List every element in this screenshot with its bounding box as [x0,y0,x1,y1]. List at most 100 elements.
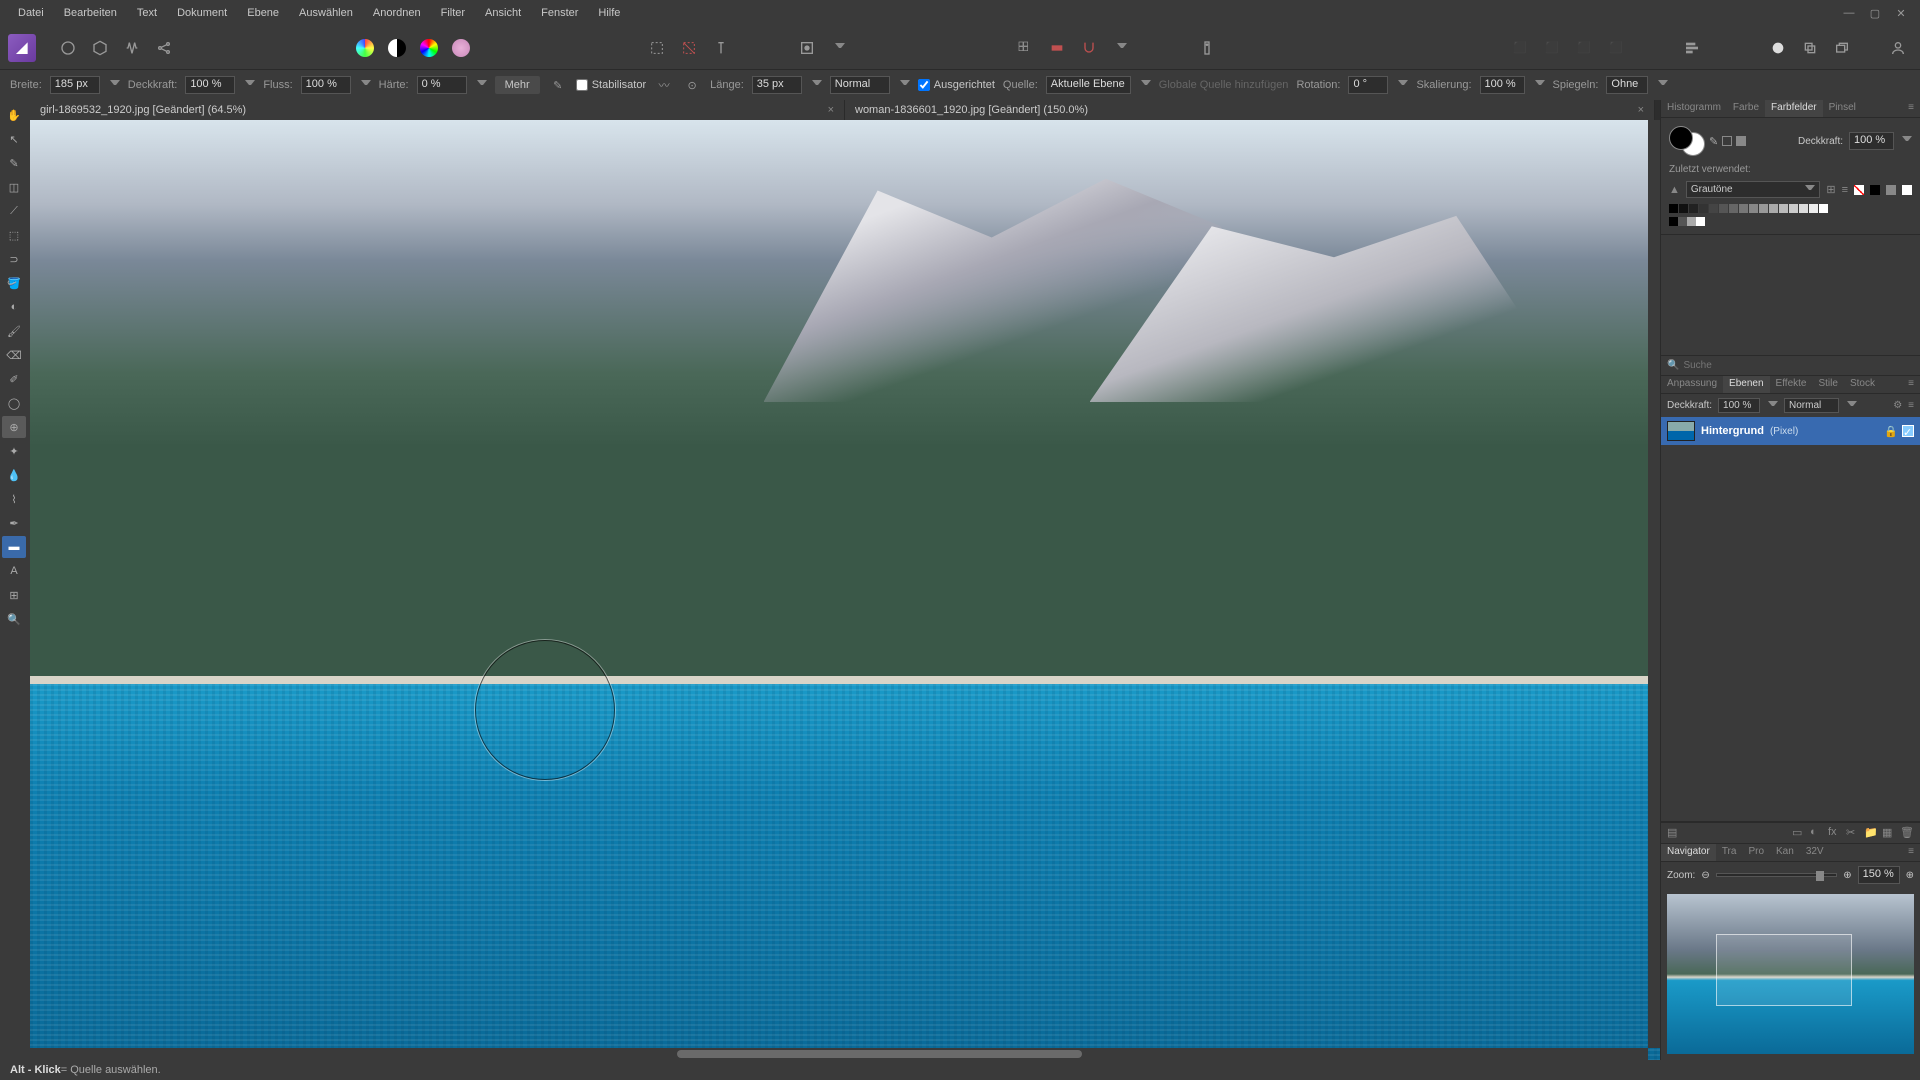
tint-icon[interactable] [447,34,475,62]
maximize-icon[interactable]: ▢ [1868,6,1882,20]
zoom-plus-icon[interactable]: ⊕ [1906,870,1914,881]
horizontal-scrollbar[interactable] [30,1048,1648,1060]
canvas[interactable] [30,120,1660,1060]
tab-anpassung[interactable]: Anpassung [1661,376,1723,393]
vertical-scrollbar[interactable] [1648,120,1660,1048]
adjust-icon[interactable]: ◐ [1810,826,1824,840]
swatch-list-icon[interactable]: ≡ [1842,184,1848,196]
bw-icon[interactable] [383,34,411,62]
pencil-tool-icon[interactable]: ✐ [2,368,26,390]
mesh-tool-icon[interactable]: ⌇ [2,488,26,510]
tab-effekte[interactable]: Effekte [1770,376,1813,393]
layer-item[interactable]: Hintergrund (Pixel) 🔒 ✓ [1661,417,1920,445]
tab-stock[interactable]: Stock [1844,376,1881,393]
opacity-dd-icon[interactable] [245,80,255,90]
width-dd-icon[interactable] [110,80,120,90]
zoom-tool-icon[interactable]: 🔍 [2,608,26,630]
gradient-tool-icon[interactable]: ◐ [2,296,26,318]
quickmask-dd-icon[interactable] [825,34,853,62]
rotation-dd-icon[interactable] [1398,80,1408,90]
flood-tool-icon[interactable]: 🪣 [2,272,26,294]
hue-icon[interactable] [415,34,443,62]
align-right-icon[interactable]: ⬛ [1570,34,1598,62]
align-last-icon[interactable]: ⬛ [1602,34,1630,62]
hardness-dd-icon[interactable] [477,80,487,90]
text-tool-icon[interactable]: A [2,560,26,582]
layer-opacity-dd-icon[interactable] [1768,401,1778,411]
menu-bearbeiten[interactable]: Bearbeiten [54,3,127,23]
paintbrush-tool-icon[interactable]: 🖌 [2,320,26,342]
width-input[interactable]: 185 px [50,76,100,94]
global-source-button[interactable]: Globale Quelle hinzufügen [1159,79,1289,91]
midgray-swatch-icon[interactable] [1736,136,1746,146]
navigator-viewport[interactable] [1716,934,1852,1006]
layer-lock-icon[interactable]: 🔒 [1884,425,1898,438]
tab-navigator[interactable]: Navigator [1661,844,1716,861]
selection-brush-tool-icon[interactable]: ⟋ [2,200,26,222]
tab-1-close-icon[interactable]: × [828,104,834,116]
menu-dokument[interactable]: Dokument [167,3,237,23]
menu-hilfe[interactable]: Hilfe [588,3,630,23]
waveform-icon[interactable] [118,34,146,62]
gray-sw-icon[interactable] [1886,185,1896,195]
rotation-input[interactable]: 0 ° [1348,76,1388,94]
stabilizer-checkbox[interactable]: Stabilisator [576,79,646,91]
share-icon[interactable] [150,34,178,62]
hardness-input[interactable]: 0 % [417,76,467,94]
tab-farbfelder[interactable]: Farbfelder [1765,100,1823,117]
minimize-icon[interactable]: — [1842,6,1856,20]
pen-tool-icon[interactable]: ✒ [2,512,26,534]
menu-anordnen[interactable]: Anordnen [363,3,431,23]
add-layer-icon[interactable] [1764,34,1792,62]
tab-kanaele[interactable]: Kan [1770,844,1800,861]
hand-tool-icon[interactable]: ✋ [2,104,26,126]
navigator-thumbnail[interactable] [1667,894,1914,1054]
opacity-input[interactable]: 100 % [185,76,235,94]
nav-menu-icon[interactable]: ≡ [1902,844,1920,861]
no-fill-icon[interactable] [1854,185,1864,195]
inpaint-tool-icon[interactable]: ✦ [2,440,26,462]
layer-menu-icon[interactable]: ≡ [1908,400,1914,411]
flow-dd-icon[interactable] [361,80,371,90]
magnet-dd-icon[interactable] [1107,34,1135,62]
menu-filter[interactable]: Filter [431,3,475,23]
black-sw-icon[interactable] [1870,185,1880,195]
align-center-icon[interactable]: ⬛ [1538,34,1566,62]
none-swatch-icon[interactable] [1722,136,1732,146]
delete-icon[interactable]: 🗑 [1900,826,1914,840]
fx-icon[interactable]: fx [1828,826,1842,840]
eyedropper-icon[interactable]: ✎ [1709,135,1718,148]
colorpicker-tool-icon[interactable]: ✎ [2,152,26,174]
window-mode-icon[interactable]: ⊙ [682,75,702,95]
rope-mode-icon[interactable]: 〰 [654,75,674,95]
tab-ebenen[interactable]: Ebenen [1723,376,1769,393]
layer-opacity-input[interactable]: 100 % [1718,398,1760,413]
menu-ansicht[interactable]: Ansicht [475,3,531,23]
white-sw-icon[interactable] [1902,185,1912,195]
duplicate-icon[interactable] [1796,34,1824,62]
blendmode-select[interactable]: Normal [830,76,890,94]
source-dd-icon[interactable] [1141,80,1151,90]
panel-menu-icon[interactable]: ≡ [1902,100,1920,117]
clone-tool-icon[interactable]: ⊕ [2,416,26,438]
tab-pinsel[interactable]: Pinsel [1823,100,1862,117]
scale-dd-icon[interactable] [1535,80,1545,90]
foreground-background-swatch[interactable] [1669,126,1705,156]
document-tab-2[interactable]: woman-1836601_1920.jpg [Geändert] (150.0… [845,100,1655,120]
magnet-icon[interactable] [1075,34,1103,62]
lasso-tool-icon[interactable]: ⊃ [2,248,26,270]
move-tool-icon[interactable]: ↖ [2,128,26,150]
mesh-warp-tool-icon[interactable]: ⊞ [2,584,26,606]
tab-2-close-icon[interactable]: × [1638,104,1644,116]
document-tab-1[interactable]: girl-1869532_1920.jpg [Geändert] (64.5%)… [30,100,845,120]
tab-protokoll[interactable]: Pro [1742,844,1770,861]
zoom-slider[interactable] [1716,873,1837,877]
swatch-row[interactable] [1669,217,1912,226]
zoom-out-icon[interactable]: ⊖ [1701,870,1709,881]
length-dd-icon[interactable] [812,80,822,90]
close-icon[interactable]: ✕ [1894,6,1908,20]
stack-icon[interactable] [1828,34,1856,62]
scale-input[interactable]: 100 % [1480,76,1525,94]
tab-histogram[interactable]: Histogramm [1661,100,1727,117]
mirror-select[interactable]: Ohne [1606,76,1648,94]
